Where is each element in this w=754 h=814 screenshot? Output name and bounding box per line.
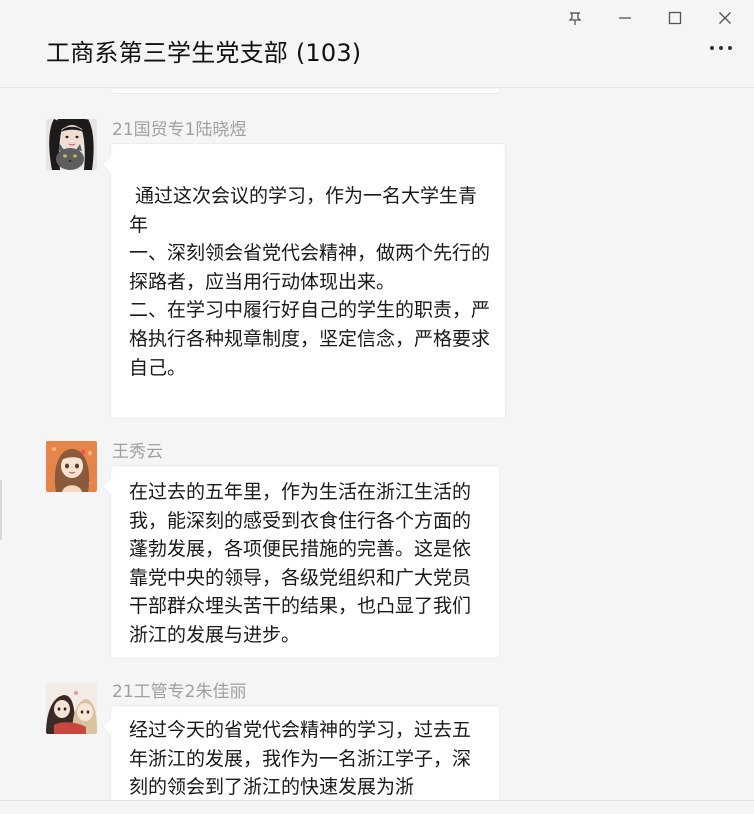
message-bubble[interactable]: 经过今天的省党代会精神的学习，过去五年浙江的发展，我作为一名浙江学子，深刻的领会… [110, 705, 500, 800]
title-bar: 工商系第三学生党支部 (103) [0, 0, 754, 88]
previous-message-bubble [110, 89, 500, 94]
maximize-icon[interactable] [650, 6, 700, 30]
pin-icon[interactable] [550, 6, 600, 30]
more-options-icon[interactable] [710, 46, 732, 50]
message-list[interactable]: 21国贸专1陆晓煜 通过这次会议的学习，作为一名大学生青年 一、深刻领会省党代会… [0, 89, 754, 800]
close-icon[interactable] [700, 6, 750, 30]
avatar-anime-girl-orange-icon [46, 441, 97, 492]
minimize-icon[interactable] [600, 6, 650, 30]
window-edge [0, 480, 2, 540]
input-area-divider[interactable] [0, 800, 754, 814]
sender-name: 21国贸专1陆晓煜 [112, 120, 247, 140]
avatar[interactable] [46, 683, 97, 734]
message-bubble[interactable]: 在过去的五年里，作为生活在浙江生活的我，能深刻的感受到衣食住行各个方面的蓬勃发展… [110, 465, 500, 659]
avatar-anime-couple-icon [46, 683, 97, 734]
avatar[interactable] [46, 441, 97, 492]
window-controls [550, 6, 750, 30]
sender-name: 王秀云 [112, 442, 163, 462]
chat-window: 工商系第三学生党支部 (103) 21国贸专1陆晓煜 通过这次会议的学习，作为一… [0, 0, 754, 814]
chat-title: 工商系第三学生党支部 (103) [46, 39, 362, 67]
sender-name: 21工管专2朱佳丽 [112, 682, 247, 702]
avatar-girl-with-cat-icon [46, 119, 97, 170]
message-bubble[interactable]: 通过这次会议的学习，作为一名大学生青年 一、深刻领会省党代会精神，做两个先行的探… [110, 143, 506, 419]
avatar[interactable] [46, 119, 97, 170]
